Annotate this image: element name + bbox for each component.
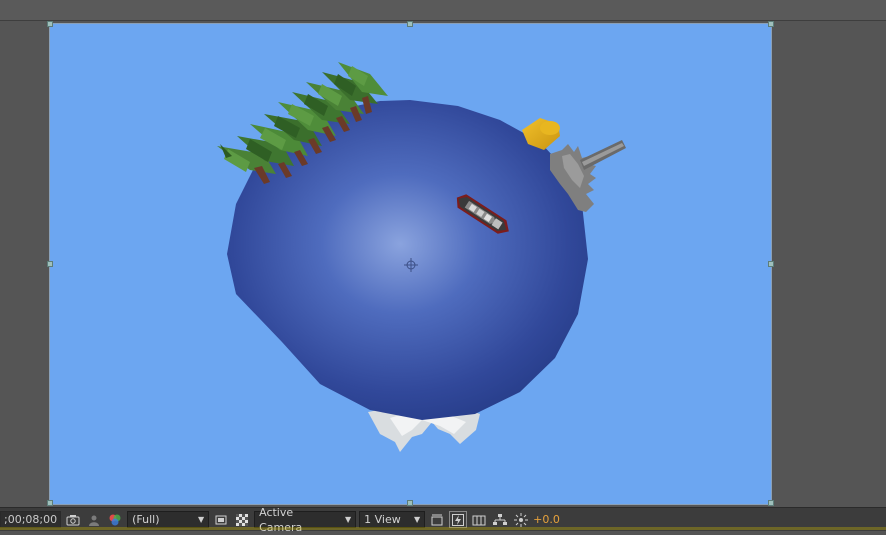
view-layout-dropdown[interactable]: 1 View ▼ [359,511,426,528]
handle-bottom-center[interactable] [407,500,413,506]
camera-view-label: Active Camera [259,505,303,534]
timeline-icon[interactable] [470,511,488,528]
resolution-dropdown[interactable]: (Full) ▼ [127,511,210,528]
camera-view-dropdown[interactable]: Active Camera ▼ [254,506,357,534]
camera-icon[interactable] [64,511,82,528]
exposure-value[interactable]: +0.0 [533,513,560,526]
person-icon[interactable] [85,511,103,528]
fast-preview-icon[interactable] [449,511,468,528]
handle-top-center[interactable] [407,21,413,27]
handle-bottom-right[interactable] [768,500,774,506]
reset-exposure-icon[interactable] [512,511,530,528]
viewer-top-bar [0,0,886,21]
transparency-grid-icon[interactable] [233,511,251,528]
chevron-down-icon: ▼ [197,515,205,524]
chevron-down-icon: ▼ [413,515,421,524]
color-channels-icon[interactable] [106,511,124,528]
handle-bottom-left[interactable] [47,500,53,506]
chevron-down-icon: ▼ [344,515,352,524]
flowchart-icon[interactable] [491,511,509,528]
region-of-interest-icon[interactable] [212,511,230,528]
handle-top-right[interactable] [768,21,774,27]
current-time-display[interactable]: ;00;08;00 [0,511,62,528]
handle-middle-right[interactable] [768,261,774,267]
composition-frame[interactable] [50,24,771,504]
resolution-label: (Full) [132,513,160,526]
toggle-pixel-aspect-icon[interactable] [428,511,446,528]
view-layout-label: 1 View [364,513,401,526]
scene-canvas [217,62,626,452]
handle-top-left[interactable] [47,21,53,27]
handle-middle-left[interactable] [47,261,53,267]
